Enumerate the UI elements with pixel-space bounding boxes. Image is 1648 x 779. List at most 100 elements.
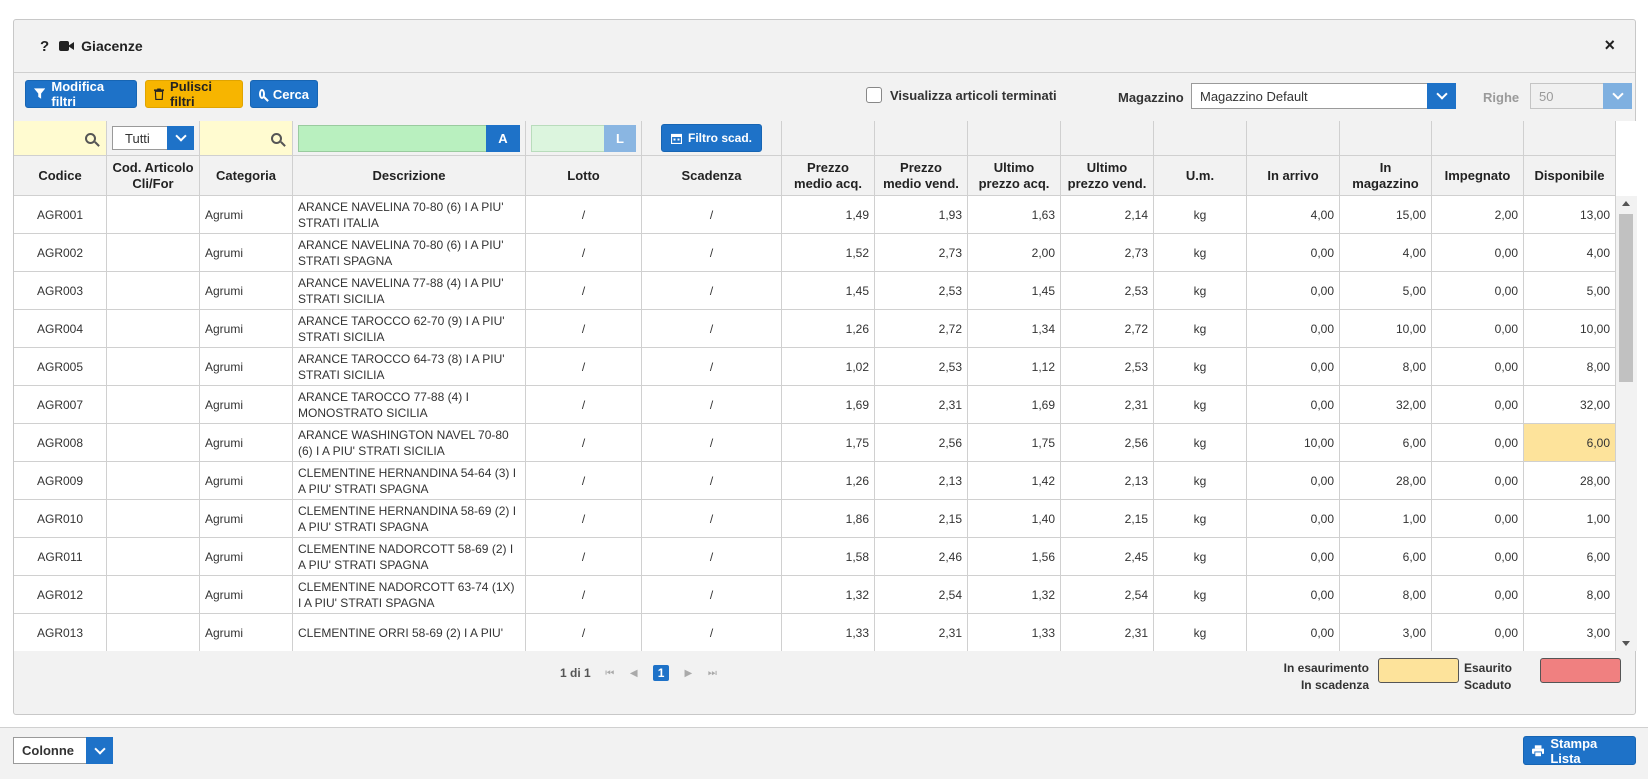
ultimo-prezzo-vend-cell: 2,54	[1061, 576, 1154, 614]
magazzino-label: Magazzino	[1118, 90, 1184, 105]
codice-cell: AGR013	[14, 614, 107, 651]
categoria-filter[interactable]	[200, 121, 293, 156]
descrizione-filter-mode[interactable]: A	[486, 124, 520, 152]
scroll-thumb[interactable]	[1619, 214, 1633, 382]
table-row[interactable]: AGR002 Agrumi ARANCE NAVELINA 70-80 (6) I …	[14, 234, 1616, 272]
cod-cli-cell	[107, 462, 200, 500]
visualizza-terminati-toggle[interactable]: Visualizza articoli terminati	[866, 87, 1057, 103]
ultimo-prezzo-acq-cell: 1,33	[968, 614, 1061, 651]
table-row[interactable]: AGR004 Agrumi ARANCE TAROCCO 62-70 (9) I A…	[14, 310, 1616, 348]
column-header-codice[interactable]: Codice	[14, 156, 107, 196]
video-camera-icon[interactable]	[59, 40, 75, 52]
table-row[interactable]: AGR012 Agrumi CLEMENTINE NADORCOTT 63-74 (…	[14, 576, 1616, 614]
ultimo-prezzo-vend-cell: 2,15	[1061, 500, 1154, 538]
column-header-pmv[interactable]: Prezzo medio vend.	[875, 156, 968, 196]
stampa-lista-label: Stampa Lista	[1550, 735, 1598, 766]
next-page-icon[interactable]: ▶	[683, 668, 693, 679]
ultimo-prezzo-acq-cell: 2,00	[968, 234, 1061, 272]
column-header-disponibile[interactable]: Disponibile	[1524, 156, 1616, 196]
um-cell: kg	[1154, 576, 1247, 614]
filter-icon	[34, 88, 46, 99]
codice-cell: AGR003	[14, 272, 107, 310]
ultimo-prezzo-vend-cell: 2,73	[1061, 234, 1154, 272]
empty-filter-cell	[1154, 121, 1247, 156]
categoria-cell: Agrumi	[200, 576, 293, 614]
cod-cli-select[interactable]: Tutti	[112, 126, 194, 150]
column-header-upa[interactable]: Ultimo prezzo acq.	[968, 156, 1061, 196]
search-icon[interactable]	[85, 132, 96, 144]
current-page[interactable]: 1	[652, 665, 670, 681]
pulisci-filtri-button[interactable]: Pulisci filtri	[145, 79, 243, 109]
close-icon[interactable]: ×	[1604, 35, 1615, 56]
table-row[interactable]: AGR009 Agrumi CLEMENTINE HERNANDINA 54-64 …	[14, 462, 1616, 500]
prezzo-medio-vend-cell: 2,46	[875, 538, 968, 576]
lotto-cell: /	[526, 500, 642, 538]
chevron-down-icon[interactable]	[86, 737, 113, 764]
search-icon[interactable]	[271, 132, 282, 144]
chevron-down-icon[interactable]	[167, 126, 194, 150]
in-arrivo-cell: 0,00	[1247, 614, 1340, 651]
scroll-down-icon[interactable]	[1622, 641, 1630, 646]
column-header-cli[interactable]: Cod. Articolo Cli/For	[107, 156, 200, 196]
lotto-cell: /	[526, 310, 642, 348]
um-cell: kg	[1154, 614, 1247, 651]
help-icon[interactable]: ?	[40, 38, 49, 55]
empty-filter-cell	[1247, 121, 1340, 156]
descrizione-cell: CLEMENTINE HERNANDINA 58-69 (2) I A PIU'…	[293, 500, 526, 538]
cerca-button[interactable]: Cerca	[250, 80, 318, 108]
chevron-down-icon[interactable]	[1427, 83, 1456, 109]
column-header-pma[interactable]: Prezzo medio acq.	[782, 156, 875, 196]
empty-filter-cell	[1340, 121, 1432, 156]
column-header-categoria[interactable]: Categoria	[200, 156, 293, 196]
ultimo-prezzo-vend-cell: 2,14	[1061, 196, 1154, 234]
terminati-checkbox[interactable]	[866, 87, 882, 103]
filtro-scad-button[interactable]: Filtro scad.	[660, 124, 762, 152]
table-row[interactable]: AGR003 Agrumi ARANCE NAVELINA 77-88 (4) I …	[14, 272, 1616, 310]
impegnato-cell: 0,00	[1432, 576, 1524, 614]
column-header-impegnato[interactable]: Impegnato	[1432, 156, 1524, 196]
descrizione-cell: ARANCE WASHINGTON NAVEL 70-80 (6) I A PI…	[293, 424, 526, 462]
colonne-select[interactable]: Colonne	[13, 737, 113, 764]
table-row[interactable]: AGR013 Agrumi CLEMENTINE ORRI 58-69 (2) I …	[14, 614, 1616, 651]
first-page-icon[interactable]: ⏮	[605, 668, 615, 679]
lotto-filter-mode[interactable]: L	[604, 124, 636, 152]
lotto-filter-input[interactable]: L	[531, 124, 636, 152]
cod-cli-cell	[107, 576, 200, 614]
filter-row: Tutti A L Filtro scad.	[14, 121, 1616, 156]
righe-select[interactable]: 50	[1530, 83, 1632, 109]
prev-page-icon[interactable]: ◀	[629, 668, 639, 679]
last-page-icon[interactable]: ⏭	[707, 668, 717, 679]
prezzo-medio-acq-cell: 1,52	[782, 234, 875, 272]
cod-cli-cell	[107, 310, 200, 348]
descrizione-filter-input[interactable]: A	[298, 124, 520, 152]
modifica-filtri-button[interactable]: Modifica filtri	[25, 79, 137, 109]
table-row[interactable]: AGR001 Agrumi ARANCE NAVELINA 70-80 (6) I …	[14, 196, 1616, 234]
column-header-upv[interactable]: Ultimo prezzo vend.	[1061, 156, 1154, 196]
column-header-descrizione[interactable]: Descrizione	[293, 156, 526, 196]
categoria-cell: Agrumi	[200, 424, 293, 462]
um-cell: kg	[1154, 272, 1247, 310]
cod-cli-cell	[107, 386, 200, 424]
column-header-arrivo[interactable]: In arrivo	[1247, 156, 1340, 196]
pagination: 1 di 1 ⏮ ◀ 1 ▶ ⏭	[560, 665, 717, 681]
table-scrollbar[interactable]	[1616, 196, 1637, 651]
in-arrivo-cell: 0,00	[1247, 234, 1340, 272]
column-header-lotto[interactable]: Lotto	[526, 156, 642, 196]
codice-filter[interactable]	[14, 121, 107, 156]
table-row[interactable]: AGR010 Agrumi CLEMENTINE HERNANDINA 58-69 …	[14, 500, 1616, 538]
column-header-scadenza[interactable]: Scadenza	[642, 156, 782, 196]
scadenza-cell: /	[642, 462, 782, 500]
column-header-magazzino[interactable]: In magazzino	[1340, 156, 1432, 196]
column-header-um[interactable]: U.m.	[1154, 156, 1247, 196]
magazzino-select[interactable]: Magazzino Default	[1191, 83, 1456, 109]
table-row[interactable]: AGR008 Agrumi ARANCE WASHINGTON NAVEL 70-8…	[14, 424, 1616, 462]
empty-filter-cell	[1524, 121, 1616, 156]
chevron-down-icon[interactable]	[1603, 83, 1632, 109]
table-row[interactable]: AGR007 Agrumi ARANCE TAROCCO 77-88 (4) I M…	[14, 386, 1616, 424]
disponibile-cell: 8,00	[1524, 576, 1616, 614]
stampa-lista-button[interactable]: Stampa Lista	[1523, 735, 1636, 766]
scadenza-cell: /	[642, 234, 782, 272]
scroll-up-icon[interactable]	[1622, 201, 1630, 206]
table-row[interactable]: AGR005 Agrumi ARANCE TAROCCO 64-73 (8) I A…	[14, 348, 1616, 386]
table-row[interactable]: AGR011 Agrumi CLEMENTINE NADORCOTT 58-69 (…	[14, 538, 1616, 576]
